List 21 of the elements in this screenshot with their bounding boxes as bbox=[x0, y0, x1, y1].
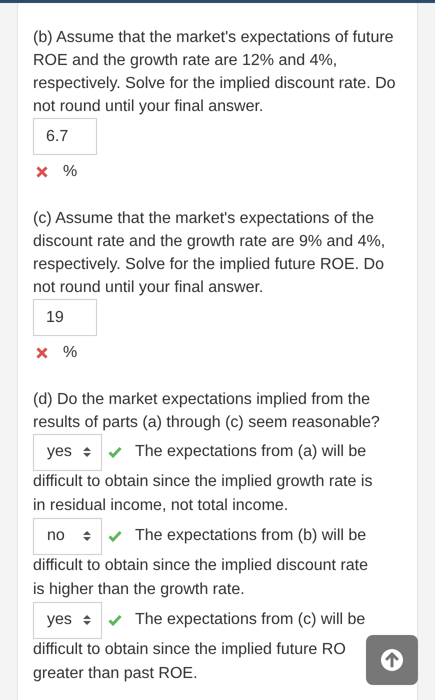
answer-statement: The expectations from (a) will be bbox=[135, 442, 366, 462]
question-text: (c) Assume that the market's expectations of the discount rate and the growth rate are 9% and 4%, respectively. Solve for the implied future ROE. Do not round until your final answer. bbox=[33, 209, 386, 298]
answer-statement: The expectations from (b) will be bbox=[135, 526, 366, 546]
arrow-up-icon bbox=[380, 648, 404, 672]
scroll-top-button[interactable] bbox=[366, 635, 418, 685]
select-dropdown[interactable]: no bbox=[33, 518, 102, 554]
answer-statement: difficult to obtain since the implied discount rate is higher than the growth rate. bbox=[33, 556, 368, 600]
select-dropdown[interactable]: yes bbox=[33, 434, 102, 470]
answer-statement: The expectations from (c) will be bbox=[135, 610, 366, 630]
answer-field[interactable]: 19 bbox=[33, 299, 97, 336]
select-dropdown[interactable]: yes bbox=[33, 602, 102, 638]
unit-label: % bbox=[63, 343, 78, 363]
question-text: (d) Do the market expectations implied from the results of parts (a) through (c) seem reasonable? bbox=[33, 390, 381, 433]
question-text: (b) Assume that the market's expectations of future ROE and the growth rate are 12% and 4%, respectively. Solve for the implied discount rate. Do not round until your final answer. bbox=[33, 28, 397, 117]
sort-caret-icon bbox=[83, 446, 91, 458]
answer-statement: difficult to obtain since the implied future RO greater than past ROE. bbox=[33, 640, 346, 684]
sort-caret-icon bbox=[83, 530, 91, 542]
answer-field[interactable]: 6.7 bbox=[33, 118, 97, 155]
unit-label: % bbox=[63, 162, 78, 182]
sort-caret-icon bbox=[83, 614, 91, 626]
answer-statement: difficult to obtain since the implied growth rate is in residual income, not total income. bbox=[33, 472, 372, 516]
